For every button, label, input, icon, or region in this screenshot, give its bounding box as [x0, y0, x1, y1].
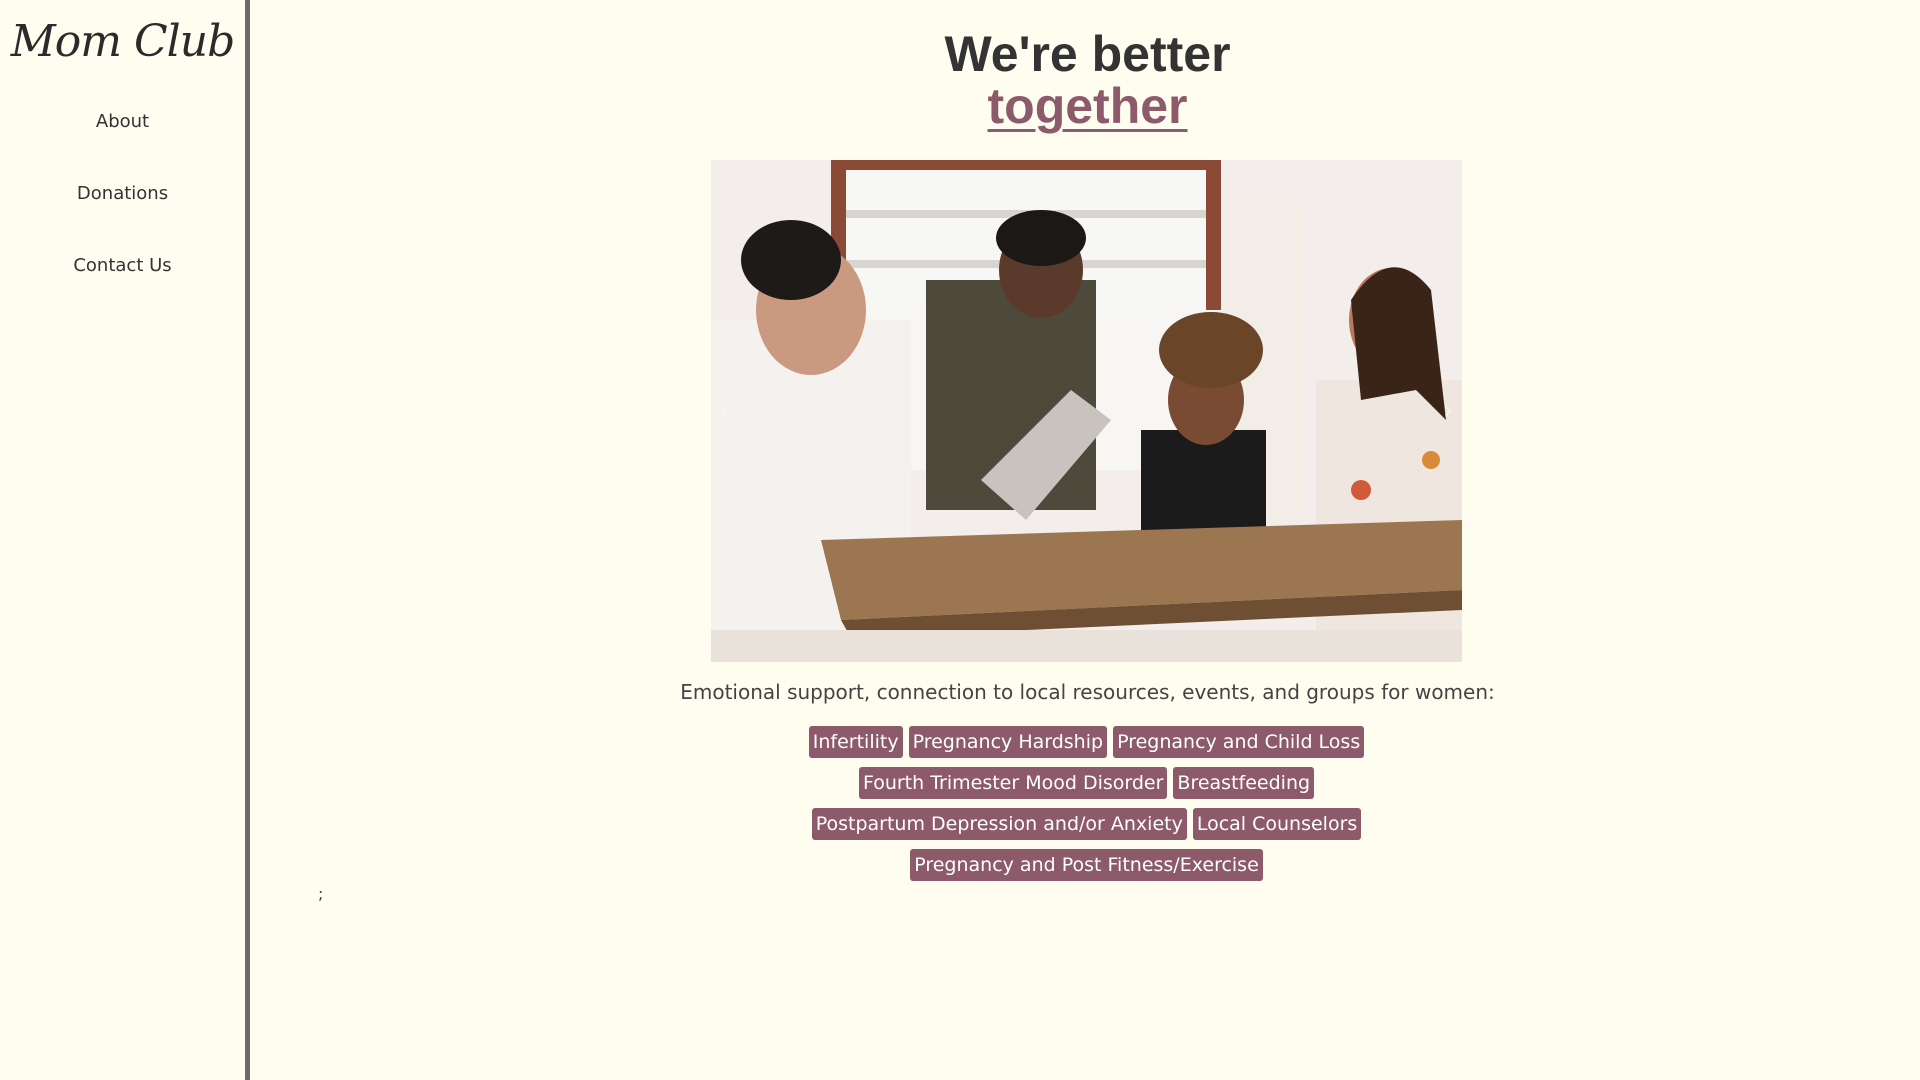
tag-row: Infertility Pregnancy Hardship Pregnancy a…	[711, 726, 1462, 767]
tag-row: Fourth Trimester Mood Disorder Breastfeed…	[711, 767, 1462, 808]
heading-line-1: We're better	[944, 26, 1231, 82]
site-logo[interactable]: Mom Club	[0, 10, 245, 74]
carousel-next-button[interactable]: ›	[1436, 390, 1460, 430]
heading-line-2-link[interactable]: together	[988, 81, 1188, 131]
image-carousel[interactable]: ‹ ›	[711, 160, 1462, 662]
carousel-photo	[711, 160, 1462, 662]
topic-tags: Infertility Pregnancy Hardship Pregnancy a…	[711, 726, 1462, 890]
tag-pregnancy-hardship[interactable]: Pregnancy Hardship	[908, 726, 1108, 758]
tag-breastfeeding[interactable]: Breastfeeding	[1173, 767, 1315, 799]
tag-fourth-trimester[interactable]: Fourth Trimester Mood Disorder	[858, 767, 1168, 799]
carousel-prev-button[interactable]: ‹	[713, 390, 737, 430]
tag-local-counselors[interactable]: Local Counselors	[1192, 808, 1362, 840]
tag-fitness-exercise[interactable]: Pregnancy and Post Fitness/Exercise	[910, 849, 1263, 881]
tag-postpartum-depression[interactable]: Postpartum Depression and/or Anxiety	[811, 808, 1187, 840]
page-heading: We're better together	[255, 26, 1920, 131]
tag-row: Pregnancy and Post Fitness/Exercise	[711, 849, 1462, 890]
sidebar: Mom Club About Donations Contact Us	[0, 0, 250, 1080]
nav-item-donations[interactable]: Donations	[0, 176, 245, 248]
nav-item-contact-us[interactable]: Contact Us	[0, 248, 245, 320]
tag-row: Postpartum Depression and/or Anxiety Loca…	[711, 808, 1462, 849]
tag-pregnancy-child-loss[interactable]: Pregnancy and Child Loss	[1113, 726, 1365, 758]
support-description: Emotional support, connection to local r…	[680, 680, 1495, 704]
tag-infertility[interactable]: Infertility	[808, 726, 903, 758]
nav-item-about[interactable]: About	[0, 104, 245, 176]
main-content: We're better together ‹ › Emotional supp…	[255, 0, 1920, 1080]
stray-text: ;	[318, 884, 324, 903]
sidebar-nav: About Donations Contact Us	[0, 104, 245, 320]
